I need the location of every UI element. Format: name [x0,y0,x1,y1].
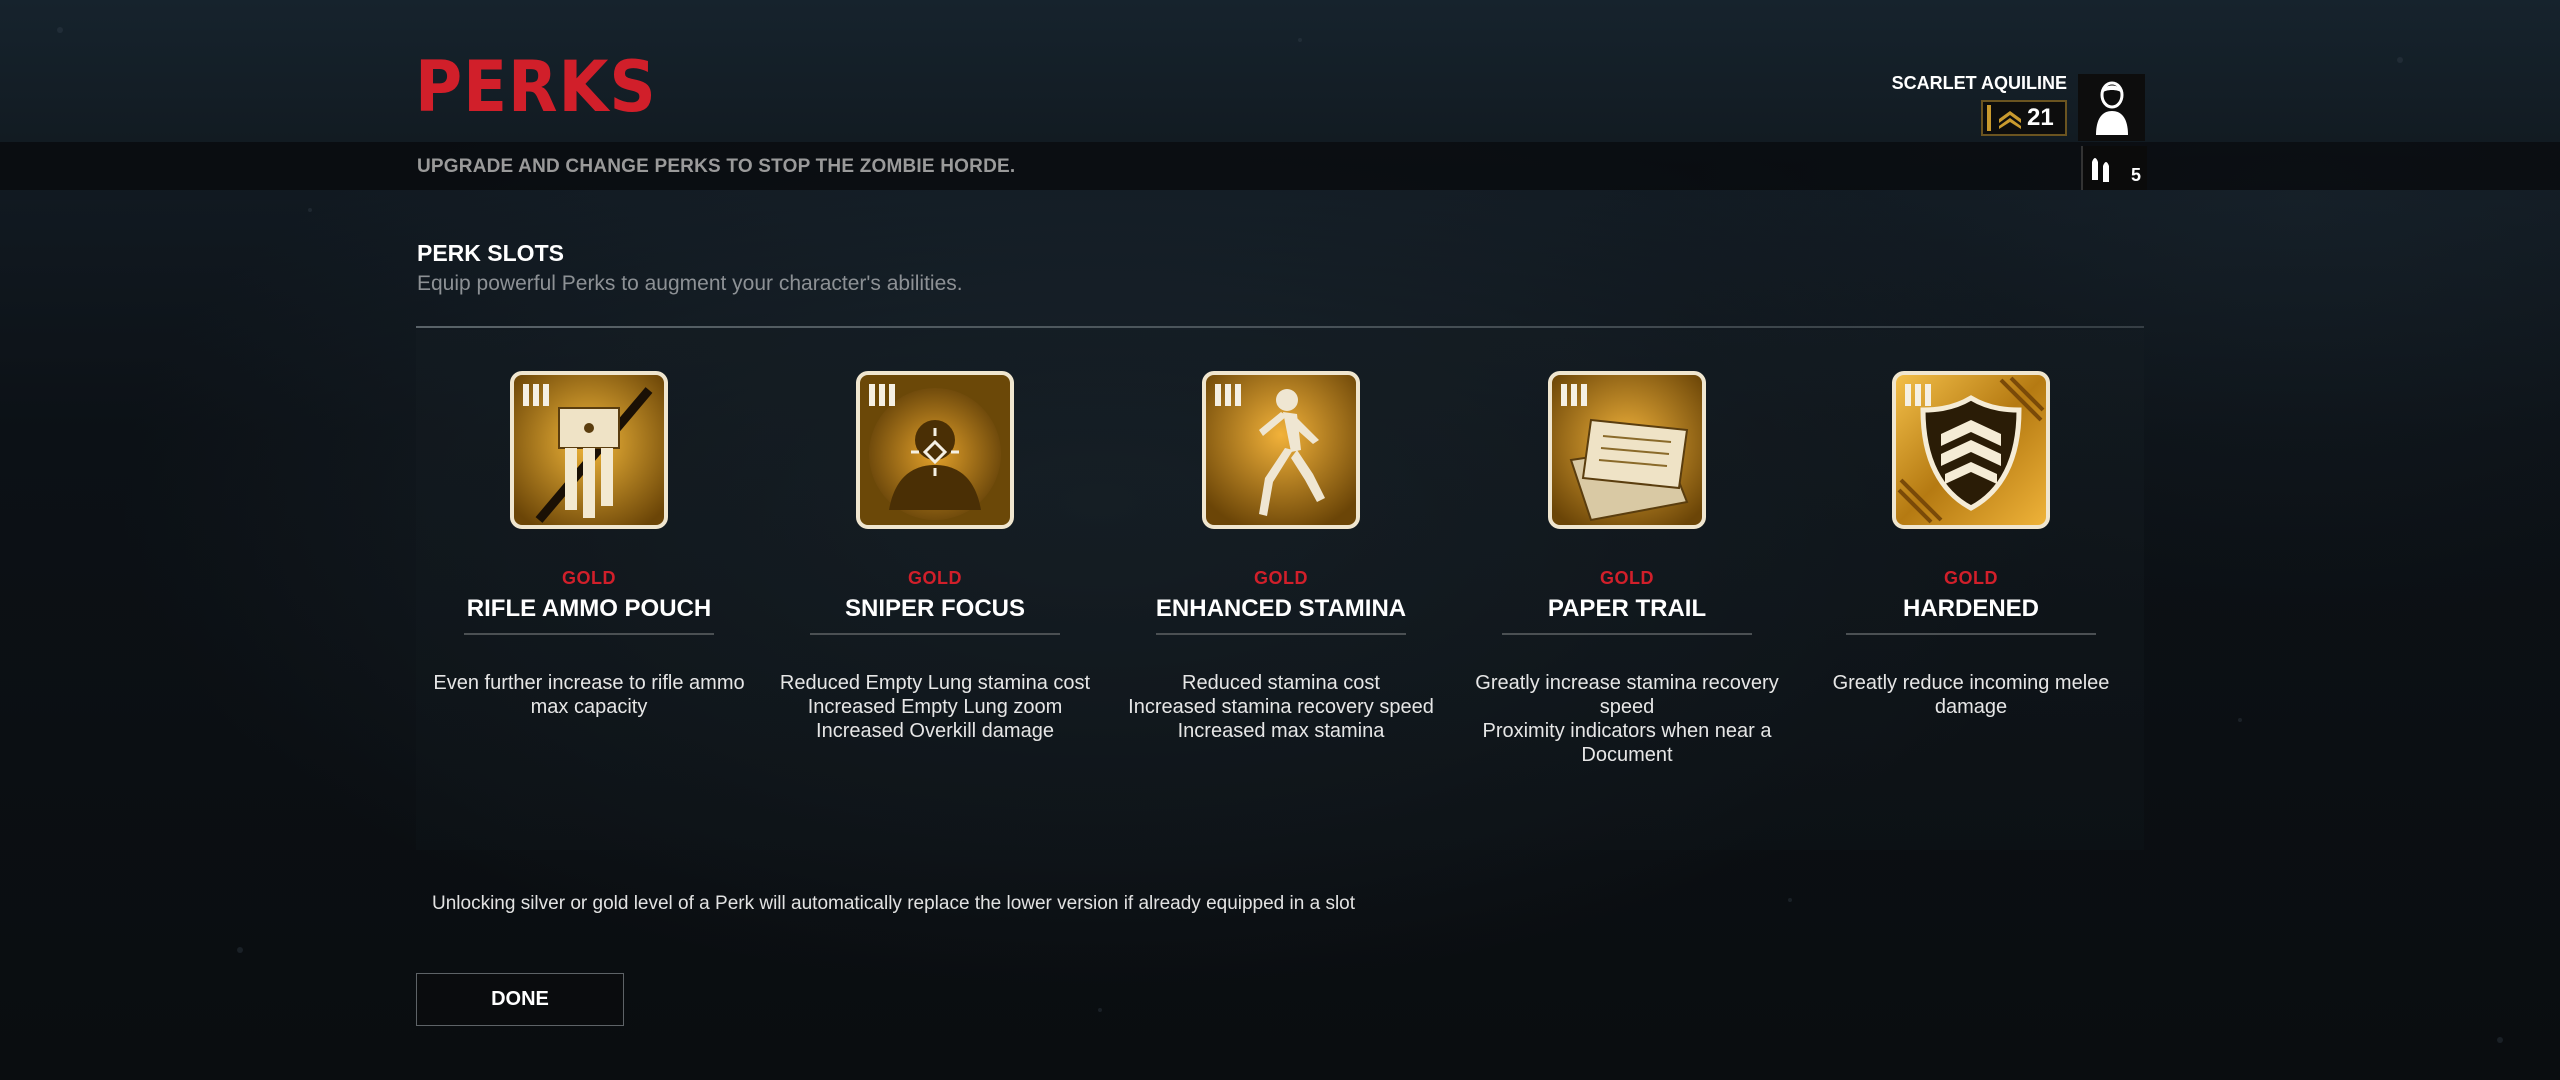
perk-icon-frame [509,370,669,530]
section-description: Equip powerful Perks to augment your cha… [417,272,963,295]
bullet-count-box: 5 [2081,146,2147,190]
done-button[interactable]: DONE [416,973,624,1026]
perk-name: RIFLE AMMO POUCH [466,595,712,622]
perk-slot-3[interactable]: GOLD ENHANCED STAMINA Reduced stamina co… [1108,370,1454,743]
perk-description-line: Even further increase to rifle ammo max … [433,672,745,718]
subtitle-band [0,142,2560,190]
perk-description-line: Greatly increase stamina recovery speed [1475,672,1779,718]
perk-divider [1846,633,2096,635]
perk-name: SNIPER FOCUS [844,595,1026,622]
shield-chevron-icon [1892,371,2050,529]
perk-icon-frame [855,370,1015,530]
documents-icon [1548,371,1706,529]
page-title: PERKS [415,46,657,128]
header-band [0,0,2560,142]
perk-divider [1156,633,1406,635]
perk-tier: GOLD [908,568,962,588]
perk-description: Even further increase to rifle ammo max … [416,671,762,719]
perk-description-line: Proximity indicators when near a Documen… [1482,720,1772,766]
perk-name: PAPER TRAIL [1547,595,1707,622]
perk-description-line: Increased stamina recovery speed [1128,696,1434,718]
sniper-focus-icon [856,371,1014,529]
page-subtitle: UPGRADE AND CHANGE PERKS TO STOP THE ZOM… [417,156,1016,177]
perk-description: Reduced Empty Lung stamina cost Increase… [762,671,1108,743]
perk-description-line: Reduced Empty Lung stamina cost [779,672,1091,694]
section-divider [416,326,2144,328]
rank-badge: 21 [1981,100,2067,136]
rank-stripe [1987,105,1991,131]
perk-description-line: Increased max stamina [1177,720,1385,742]
footnote: Unlocking silver or gold level of a Perk… [432,893,1356,914]
perk-description: Greatly reduce incoming melee damage [1798,671,2144,719]
perk-description-line: Reduced stamina cost [1182,672,1380,694]
perk-slot-1[interactable]: GOLD RIFLE AMMO POUCH Even further incre… [416,370,762,719]
perk-icon-frame [1547,370,1707,530]
perk-description: Reduced stamina cost Increased stamina r… [1108,671,1454,743]
perk-description-line: Increased Overkill damage [816,720,1054,742]
player-avatar[interactable] [2078,74,2145,141]
perk-slot-5[interactable]: GOLD HARDENED Greatly reduce incoming me… [1798,370,2144,719]
perk-divider [1502,633,1752,635]
perk-description-line: Greatly reduce incoming melee damage [1832,672,2110,718]
chevron-rank-icon [1999,111,2021,129]
perk-slot-4[interactable]: GOLD PAPER TRAIL Greatly increase stamin… [1454,370,1800,767]
perk-name: HARDENED [1902,595,2039,622]
perk-tier: GOLD [1254,568,1308,588]
perk-icon-frame [1201,370,1361,530]
bullet-icon [2092,158,2109,182]
running-man-icon [1202,371,1360,529]
perk-description-line: Increased Empty Lung zoom [807,696,1063,718]
player-silhouette-icon [2095,81,2128,135]
perk-tier: GOLD [1944,568,1998,588]
perk-name: ENHANCED STAMINA [1155,595,1407,622]
perks-screen: PERKS UPGRADE AND CHANGE PERKS TO STOP T… [0,0,2560,1080]
player-name: SCARLET AQUILINE [1891,73,2067,93]
bullet-count: 5 [2130,165,2141,185]
section-title: PERK SLOTS [417,240,564,266]
perk-divider [810,633,1060,635]
perk-description: Greatly increase stamina recovery speed … [1454,671,1800,767]
perk-slot-2[interactable]: GOLD SNIPER FOCUS Reduced Empty Lung sta… [762,370,1108,743]
player-level: 21 [2027,104,2054,131]
rifle-ammo-pouch-icon [510,371,668,529]
perk-tier: GOLD [1600,568,1654,588]
perk-tier: GOLD [562,568,616,588]
perk-divider [464,633,714,635]
perk-icon-frame [1891,370,2051,530]
